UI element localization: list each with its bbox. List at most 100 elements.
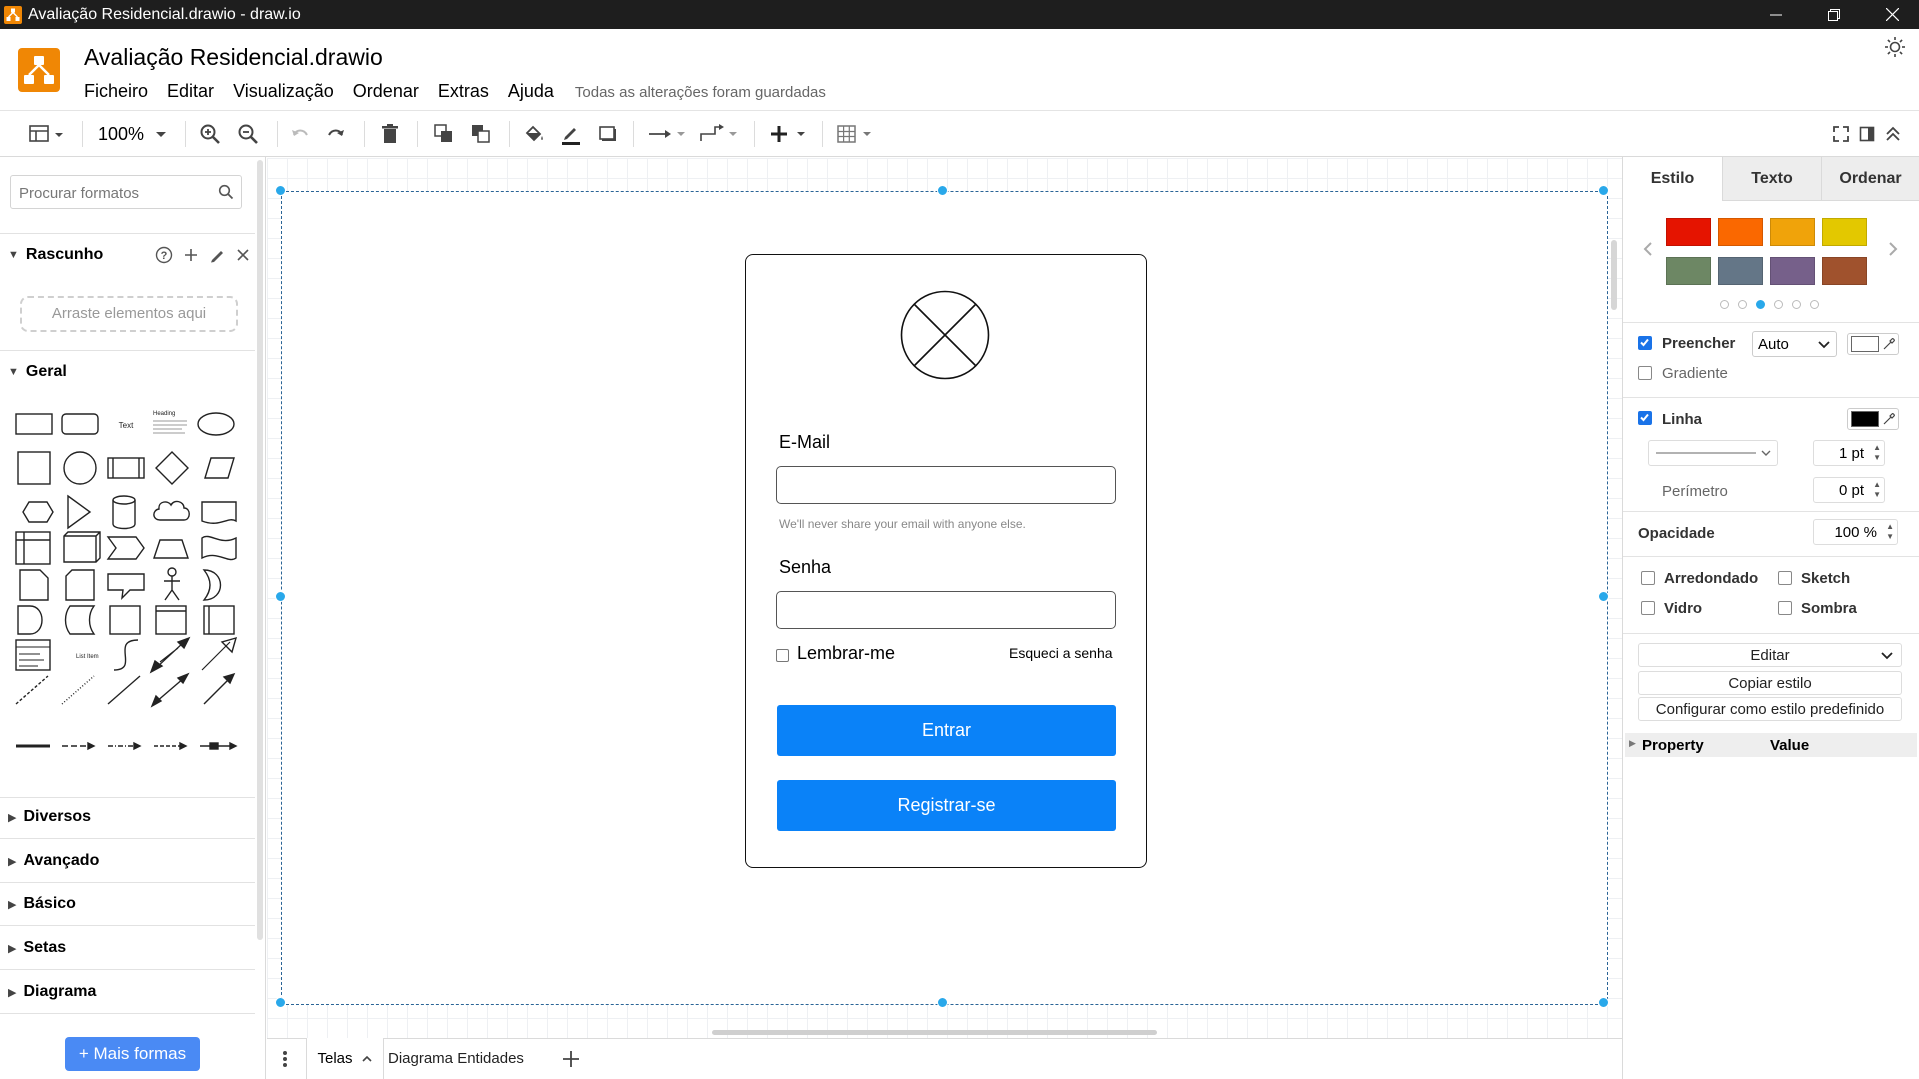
shadow-button[interactable] <box>594 111 622 157</box>
line-color-picker[interactable] <box>1847 408 1899 430</box>
shape-text[interactable]: Text <box>119 421 134 430</box>
shape-cloud[interactable] <box>153 500 190 521</box>
shape-bidirectional-arrow[interactable] <box>149 636 191 674</box>
shape-actor[interactable] <box>164 567 180 601</box>
collapse-toolbar-button[interactable] <box>1880 111 1906 157</box>
view-panels-button[interactable] <box>22 111 72 157</box>
theme-toggle-button[interactable] <box>1884 36 1906 58</box>
email-input-mockup[interactable] <box>776 466 1116 504</box>
menu-ordenar[interactable]: Ordenar <box>353 81 419 102</box>
shape-dotted-arrow[interactable] <box>154 741 188 751</box>
connection-style-button[interactable] <box>644 111 690 157</box>
format-panel-toggle[interactable] <box>1854 111 1880 157</box>
resize-handle-nw[interactable] <box>275 185 286 196</box>
palette-page-dot-6[interactable] <box>1810 300 1819 309</box>
canvas-horizontal-scrollbar[interactable] <box>712 1030 1157 1035</box>
palette-page-dot-4[interactable] <box>1774 300 1783 309</box>
rounded-checkbox[interactable] <box>1641 571 1655 585</box>
waypoints-button[interactable] <box>696 111 742 157</box>
password-input-mockup[interactable] <box>776 591 1116 629</box>
palette-page-dot-2[interactable] <box>1738 300 1747 309</box>
shape-process[interactable] <box>107 457 145 479</box>
line-checkbox[interactable] <box>1638 411 1652 425</box>
section-avancado[interactable]: ▶ Avançado <box>8 852 99 870</box>
menu-ajuda[interactable]: Ajuda <box>508 81 554 102</box>
tab-estilo[interactable]: Estilo <box>1623 157 1722 201</box>
zoom-dropdown[interactable]: 100% <box>96 111 170 157</box>
register-button-mockup[interactable]: Registrar-se <box>777 780 1116 831</box>
shape-diamond[interactable] <box>155 451 189 485</box>
swatch-7[interactable] <box>1770 257 1815 285</box>
shape-rounded-rectangle[interactable] <box>61 413 99 435</box>
tab-texto[interactable]: Texto <box>1722 157 1821 201</box>
expand-triangle-icon[interactable]: ▶ <box>1629 738 1636 749</box>
line-width-spinner[interactable]: 1 pt ▲ ▼ <box>1813 440 1885 466</box>
shape-container[interactable] <box>15 531 51 565</box>
swatch-4[interactable] <box>1822 218 1867 246</box>
edit-style-dropdown[interactable]: Editar <box>1638 643 1902 667</box>
shape-dashed-arrow[interactable] <box>62 741 96 751</box>
shape-document[interactable] <box>201 501 237 524</box>
undo-button[interactable] <box>286 111 314 157</box>
swatch-3[interactable] <box>1770 218 1815 246</box>
delete-button[interactable] <box>376 111 404 157</box>
general-section-header[interactable]: ▼ Geral <box>8 363 67 381</box>
shape-trapezoid[interactable] <box>153 539 189 559</box>
fill-color-picker[interactable] <box>1847 333 1899 355</box>
pages-menu-button[interactable] <box>278 1048 292 1070</box>
shape-list-item[interactable]: List Item <box>76 654 99 660</box>
shape-arrow[interactable] <box>201 636 238 671</box>
section-basico[interactable]: ▶ Básico <box>8 895 76 913</box>
sketch-checkbox[interactable] <box>1778 571 1792 585</box>
shape-dashed-line[interactable] <box>15 675 49 705</box>
perimeter-spinner[interactable]: 0 pt ▲ ▼ <box>1813 477 1885 503</box>
help-icon[interactable]: ? <box>155 246 173 264</box>
image-placeholder-icon[interactable] <box>900 290 990 380</box>
resize-handle-s[interactable] <box>937 997 948 1008</box>
shape-connector-with-label[interactable] <box>200 741 238 751</box>
shape-list[interactable] <box>15 639 51 671</box>
shape-cylinder[interactable] <box>112 495 136 530</box>
table-button[interactable] <box>834 111 880 157</box>
palette-next-button[interactable] <box>1887 240 1899 258</box>
scratchpad-header[interactable]: ▼ Rascunho <box>8 246 103 264</box>
swatch-2[interactable] <box>1718 218 1763 246</box>
resize-handle-se[interactable] <box>1598 997 1609 1008</box>
shape-note[interactable] <box>19 569 49 601</box>
menu-editar[interactable]: Editar <box>167 81 214 102</box>
swatch-6[interactable] <box>1718 257 1763 285</box>
copy-style-button[interactable]: Copiar estilo <box>1638 671 1902 695</box>
canvas-vertical-scrollbar[interactable] <box>1611 240 1617 310</box>
add-page-button[interactable] <box>560 1048 582 1070</box>
shape-horizontal-container[interactable] <box>203 605 235 635</box>
resize-handle-n[interactable] <box>937 185 948 196</box>
shape-cube[interactable] <box>63 531 101 563</box>
palette-page-dot-3-active[interactable] <box>1756 300 1765 309</box>
shape-ellipse[interactable] <box>197 412 235 436</box>
menu-extras[interactable]: Extras <box>438 81 489 102</box>
section-setas[interactable]: ▶ Setas <box>8 939 66 957</box>
add-icon[interactable] <box>183 246 199 264</box>
resize-handle-ne[interactable] <box>1598 185 1609 196</box>
shape-step[interactable] <box>106 536 145 560</box>
document-title[interactable]: Avaliação Residencial.drawio <box>84 44 383 71</box>
page-tab-diagrama-entidades[interactable]: Diagrama Entidades <box>388 1038 524 1079</box>
to-back-button[interactable] <box>467 111 495 157</box>
shape-vertical-container[interactable] <box>155 605 187 635</box>
shape-data-storage[interactable] <box>64 605 96 635</box>
shape-callout[interactable] <box>107 573 145 600</box>
section-diagrama[interactable]: ▶ Diagrama <box>8 983 96 1001</box>
section-diversos[interactable]: ▶ Diversos <box>8 808 91 826</box>
shape-curve[interactable] <box>113 639 139 671</box>
shape-textbox[interactable]: Heading <box>153 411 187 434</box>
close-icon[interactable] <box>235 246 251 264</box>
menu-visualizacao[interactable]: Visualização <box>233 81 334 102</box>
shape-square[interactable] <box>17 451 51 485</box>
swatch-8[interactable] <box>1822 257 1867 285</box>
edit-pencil-icon[interactable] <box>209 246 225 264</box>
shape-search-input[interactable]: Procurar formatos <box>10 175 242 209</box>
fill-checkbox[interactable] <box>1638 336 1652 350</box>
shape-dotted-line[interactable] <box>61 675 95 705</box>
fill-mode-select[interactable]: Auto <box>1752 331 1837 357</box>
swatch-5[interactable] <box>1666 257 1711 285</box>
